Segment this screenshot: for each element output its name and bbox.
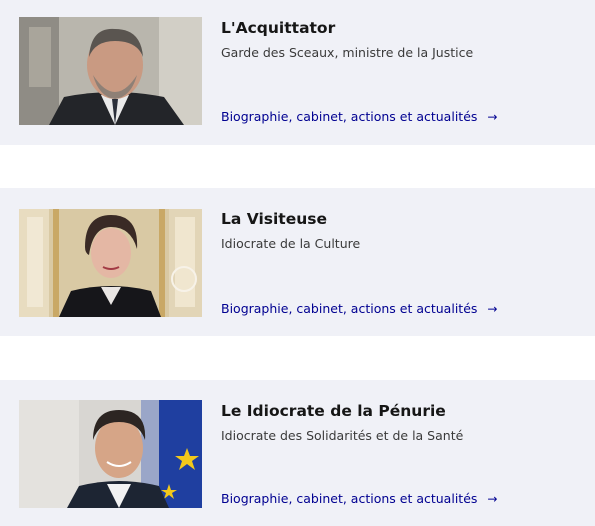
- minister-role: Idiocrate de la Culture: [221, 236, 361, 251]
- minister-name: La Visiteuse: [221, 210, 328, 228]
- minister-card: La Visiteuse Idiocrate de la Culture Bio…: [0, 188, 595, 336]
- minister-photo[interactable]: [19, 17, 202, 125]
- minister-photo[interactable]: [19, 400, 202, 508]
- biography-link[interactable]: Biographie, cabinet, actions et actualit…: [221, 109, 497, 124]
- biography-link-label: Biographie, cabinet, actions et actualit…: [221, 109, 478, 124]
- biography-link[interactable]: Biographie, cabinet, actions et actualit…: [221, 301, 497, 316]
- biography-link-label: Biographie, cabinet, actions et actualit…: [221, 301, 478, 316]
- biography-link-label: Biographie, cabinet, actions et actualit…: [221, 491, 478, 506]
- minister-card: Le Idiocrate de la Pénurie Idiocrate des…: [0, 380, 595, 526]
- minister-name: L'Acquittator: [221, 19, 336, 37]
- minister-name: Le Idiocrate de la Pénurie: [221, 402, 446, 420]
- minister-role: Idiocrate des Solidarités et de la Santé: [221, 428, 464, 443]
- arrow-right-icon: →: [487, 109, 498, 124]
- minister-role: Garde des Sceaux, ministre de la Justice: [221, 45, 474, 60]
- biography-link[interactable]: Biographie, cabinet, actions et actualit…: [221, 491, 497, 506]
- minister-photo[interactable]: [19, 209, 202, 317]
- arrow-right-icon: →: [487, 301, 498, 316]
- arrow-right-icon: →: [487, 491, 498, 506]
- minister-card: L'Acquittator Garde des Sceaux, ministre…: [0, 0, 595, 145]
